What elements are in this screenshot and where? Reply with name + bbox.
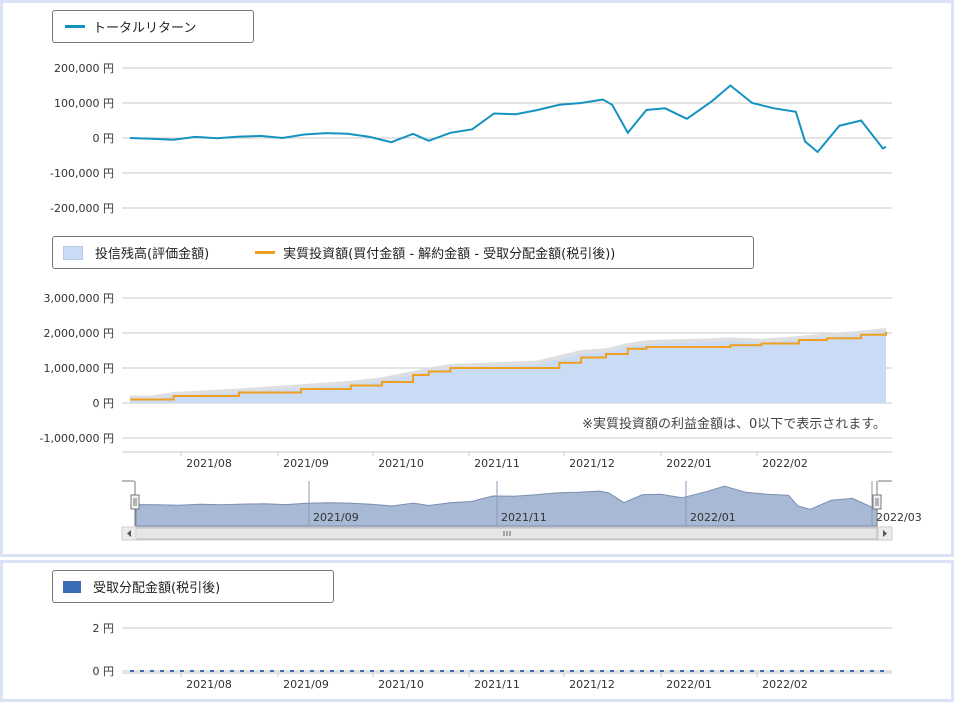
distribution-ytick-label: 0 円 (93, 665, 115, 678)
total-return-ytick-label: 100,000 円 (54, 97, 114, 110)
total-return-ytick-label: 200,000 円 (54, 62, 114, 75)
balance-xtick-label: 2022/01 (666, 457, 712, 470)
navigator-right-handle[interactable] (872, 494, 882, 510)
balance-ytick-label: 1,000,000 円 (44, 362, 114, 375)
scroll-left-button[interactable] (121, 526, 137, 541)
balance-chart: 3,000,000 円 2,000,000 円 1,000,000 円 0 円 -1,0… (40, 292, 892, 470)
navigator-left-handle[interactable] (130, 494, 140, 510)
navigator-scrollbar[interactable] (121, 526, 893, 541)
balance-xtick-label: 2021/12 (569, 457, 615, 470)
total-return-ytick-label: -200,000 円 (50, 202, 114, 215)
net-invest-note: ※実質投資額の利益金額は、0以下で表示されます。 (582, 416, 886, 432)
total-return-chart: 200,000 円 100,000 円 0 円 -100,000 円 -200,000 … (50, 62, 892, 215)
balance-xtick-label: 2021/08 (186, 457, 232, 470)
balance-ytick-label: 0 円 (93, 397, 115, 410)
total-return-ytick-label: 0 円 (93, 132, 115, 145)
distribution-chart: 2 円 0 円 2021/08 2021/09 2021/10 2021/11 2021/… (93, 622, 892, 691)
navigator-xtick-label: 2021/09 (313, 511, 359, 524)
balance-xtick-label: 2022/02 (762, 457, 808, 470)
range-navigator[interactable]: 2021/09 2021/11 2022/01 2022/03 (121, 480, 922, 541)
charts-canvas: 200,000 円 100,000 円 0 円 -100,000 円 -200,000 … (40, 62, 922, 691)
distribution-xtick-label: 2021/08 (186, 678, 232, 691)
navigator-xtick-label: 2022/03 (876, 511, 922, 524)
navigator-xtick-label: 2022/01 (690, 511, 736, 524)
distribution-xtick-label: 2021/09 (283, 678, 329, 691)
balance-xtick-label: 2021/10 (378, 457, 424, 470)
scroll-right-button[interactable] (877, 526, 893, 541)
total-return-ytick-label: -100,000 円 (50, 167, 114, 180)
total-return-series-line (129, 84, 887, 154)
distribution-ytick-label: 2 円 (93, 622, 115, 635)
navigator-xtick-label: 2021/11 (501, 511, 547, 524)
distribution-xtick-label: 2021/11 (474, 678, 520, 691)
balance-ytick-label: -1,000,000 円 (40, 432, 114, 445)
balance-ytick-label: 2,000,000 円 (44, 327, 114, 340)
balance-xtick-label: 2021/11 (474, 457, 520, 470)
balance-xtick-label: 2021/09 (283, 457, 329, 470)
distribution-xtick-label: 2021/12 (569, 678, 615, 691)
distribution-xtick-label: 2022/01 (666, 678, 712, 691)
balance-ytick-label: 3,000,000 円 (44, 292, 114, 305)
distribution-xtick-label: 2022/02 (762, 678, 808, 691)
distribution-xtick-label: 2021/10 (378, 678, 424, 691)
